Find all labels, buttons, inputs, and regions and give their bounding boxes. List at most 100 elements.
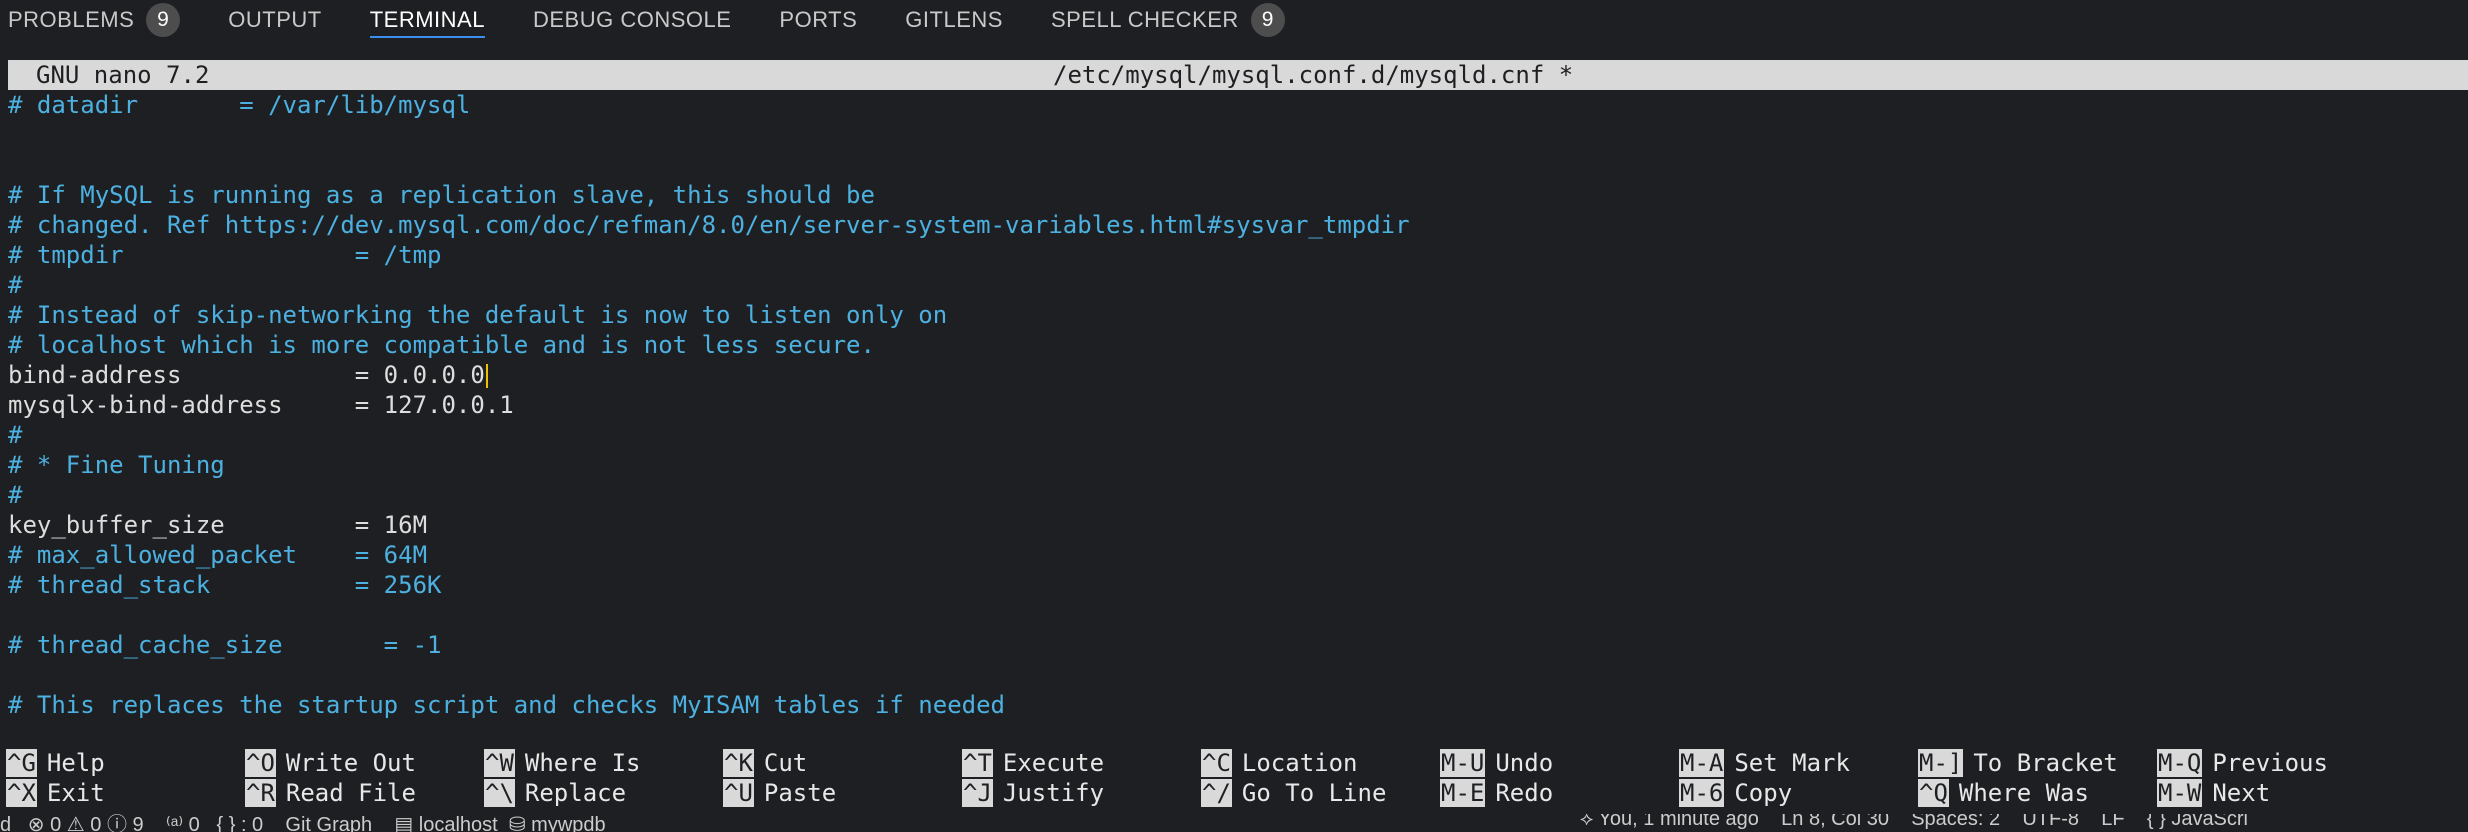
shortcut-label: Replace bbox=[524, 779, 627, 807]
line-text: key_buffer_size = 16M bbox=[8, 511, 428, 539]
count-badge: 9 bbox=[146, 3, 181, 37]
shortcut-key: ^U bbox=[723, 779, 754, 807]
shortcut-label: Redo bbox=[1495, 779, 1554, 807]
shortcut-label: Cut bbox=[763, 749, 808, 777]
shortcut-to-bracket[interactable]: M-] To Bracket bbox=[1918, 748, 2118, 778]
tab-terminal[interactable]: TERMINAL bbox=[362, 0, 486, 40]
editor-line[interactable]: # max_allowed_packet = 64M bbox=[8, 540, 2458, 570]
line-text: mysqlx-bind-address = 127.0.0.1 bbox=[8, 391, 514, 419]
shortcut-where-was[interactable]: ^Q Where Was bbox=[1918, 778, 2089, 808]
shortcut-key: ^W bbox=[484, 749, 515, 777]
shortcut-key: ^\ bbox=[484, 779, 515, 807]
shortcut-label: To Bracket bbox=[1973, 749, 2118, 777]
shortcut-label: Previous bbox=[2212, 749, 2328, 777]
editor-line[interactable]: # * Fine Tuning bbox=[8, 450, 2458, 480]
shortcut-key: M-6 bbox=[1679, 779, 1725, 807]
shortcut-key: M-Q bbox=[2157, 749, 2203, 777]
shortcut-key: ^G bbox=[6, 749, 37, 777]
line-text: # tmpdir = /tmp bbox=[8, 241, 442, 269]
line-text: # bbox=[8, 271, 23, 299]
shortcut-label: Paste bbox=[763, 779, 837, 807]
shortcut-label: Set Mark bbox=[1734, 749, 1850, 777]
shortcut-exit[interactable]: ^X Exit bbox=[6, 778, 105, 808]
shortcut-key: ^Q bbox=[1918, 779, 1949, 807]
shortcut-key: ^C bbox=[1201, 749, 1232, 777]
shortcut-key: M-W bbox=[2157, 779, 2203, 807]
editor-line[interactable]: # bbox=[8, 480, 2458, 510]
shortcut-key: ^J bbox=[962, 779, 993, 807]
shortcut-cut[interactable]: ^K Cut bbox=[723, 748, 807, 778]
line-text: # * Fine Tuning bbox=[8, 451, 225, 479]
status-bar: d ⊗ 0 ⚠ 0 ⓘ 9 ⁽ᵃ⁾ 0 { } : 0 Git Graph ▤ … bbox=[0, 814, 2468, 832]
shortcut-undo[interactable]: M-U Undo bbox=[1440, 748, 1553, 778]
line-text: # This replaces the startup script and c… bbox=[8, 691, 1005, 719]
editor-line[interactable]: # If MySQL is running as a replication s… bbox=[8, 180, 2458, 210]
shortcut-replace[interactable]: ^\ Replace bbox=[484, 778, 626, 808]
editor-line[interactable]: # bbox=[8, 420, 2458, 450]
shortcut-label: Execute bbox=[1002, 749, 1105, 777]
editor-line[interactable]: # thread_stack = 256K bbox=[8, 570, 2458, 600]
editor-line[interactable] bbox=[8, 600, 2458, 630]
shortcut-label: Next bbox=[2212, 779, 2271, 807]
shortcut-location[interactable]: ^C Location bbox=[1201, 748, 1358, 778]
editor-line[interactable]: key_buffer_size = 16M bbox=[8, 510, 2458, 540]
line-text: # Instead of skip-networking the default… bbox=[8, 301, 948, 329]
shortcut-key: ^R bbox=[245, 779, 276, 807]
editor-line[interactable]: # tmpdir = /tmp bbox=[8, 240, 2458, 270]
line-text: # If MySQL is running as a replication s… bbox=[8, 181, 875, 209]
tab-output[interactable]: OUTPUT bbox=[220, 0, 321, 40]
nano-version: GNU nano 7.2 bbox=[36, 61, 210, 89]
editor-line[interactable]: # localhost which is more compatible and… bbox=[8, 330, 2458, 360]
shortcut-go-to-line[interactable]: ^/ Go To Line bbox=[1201, 778, 1386, 808]
shortcut-write-out[interactable]: ^O Write Out bbox=[245, 748, 416, 778]
shortcut-label: Exit bbox=[46, 779, 105, 807]
shortcut-justify[interactable]: ^J Justify bbox=[962, 778, 1104, 808]
editor-line[interactable]: # thread_cache_size = -1 bbox=[8, 630, 2458, 660]
shortcut-label: Justify bbox=[1002, 779, 1105, 807]
editor-line[interactable]: bind-address = 0.0.0.0 bbox=[8, 360, 2458, 390]
shortcut-label: Where Was bbox=[1958, 779, 2089, 807]
shortcut-key: ^/ bbox=[1201, 779, 1232, 807]
shortcut-execute[interactable]: ^T Execute bbox=[962, 748, 1104, 778]
tab-ports[interactable]: PORTS bbox=[771, 0, 857, 40]
shortcut-label: Help bbox=[46, 749, 105, 777]
status-right[interactable]: ⟡ You, 1 minute ago Ln 8, Col 30 Spaces:… bbox=[1580, 814, 2248, 831]
editor-line[interactable]: # This replaces the startup script and c… bbox=[8, 690, 2458, 720]
shortcut-redo[interactable]: M-E Redo bbox=[1440, 778, 1553, 808]
tab-label: PROBLEMS bbox=[8, 7, 135, 32]
editor-line[interactable]: # changed. Ref https://dev.mysql.com/doc… bbox=[8, 210, 2458, 240]
nano-title-bar: GNU nano 7.2 /etc/mysql/mysql.conf.d/mys… bbox=[8, 60, 2468, 90]
editor-line[interactable] bbox=[8, 150, 2458, 180]
panel-tab-bar: PROBLEMS 9 OUTPUT TERMINAL DEBUG CONSOLE PORT… bbox=[0, 0, 2468, 40]
shortcut-copy[interactable]: M-6 Copy bbox=[1679, 778, 1792, 808]
editor-line[interactable] bbox=[8, 120, 2458, 150]
editor-line[interactable]: # Instead of skip-networking the default… bbox=[8, 300, 2458, 330]
shortcut-label: Read File bbox=[285, 779, 416, 807]
shortcut-read-file[interactable]: ^R Read File bbox=[245, 778, 416, 808]
line-text: # changed. Ref https://dev.mysql.com/doc… bbox=[8, 211, 1410, 239]
editor-line[interactable]: # datadir = /var/lib/mysql bbox=[8, 90, 2458, 120]
shortcut-where-is[interactable]: ^W Where Is bbox=[484, 748, 641, 778]
shortcut-next[interactable]: M-W Next bbox=[2157, 778, 2270, 808]
editor-line[interactable]: # bbox=[8, 270, 2458, 300]
shortcut-label: Location bbox=[1241, 749, 1358, 777]
shortcut-key: ^K bbox=[723, 749, 754, 777]
shortcut-paste[interactable]: ^U Paste bbox=[723, 778, 836, 808]
editor-line[interactable]: mysqlx-bind-address = 127.0.0.1 bbox=[8, 390, 2458, 420]
shortcut-set-mark[interactable]: M-A Set Mark bbox=[1679, 748, 1850, 778]
line-text: # max_allowed_packet = 64M bbox=[8, 541, 428, 569]
status-left[interactable]: d ⊗ 0 ⚠ 0 ⓘ 9 ⁽ᵃ⁾ 0 { } : 0 Git Graph ▤ … bbox=[0, 814, 606, 832]
tab-label: SPELL CHECKER bbox=[1050, 7, 1239, 32]
tab-debug-console[interactable]: DEBUG CONSOLE bbox=[525, 0, 731, 40]
editor-buffer[interactable]: # datadir = /var/lib/mysql # If MySQL is … bbox=[8, 90, 2458, 730]
tab-spell-checker[interactable]: SPELL CHECKER 9 bbox=[1043, 0, 1285, 40]
line-text: bind-address = 0.0.0.0 bbox=[8, 361, 485, 389]
tab-problems[interactable]: PROBLEMS 9 bbox=[0, 0, 181, 40]
tab-gitlens[interactable]: GITLENS bbox=[897, 0, 1003, 40]
shortcut-key: M-] bbox=[1918, 749, 1964, 777]
line-text: # thread_cache_size = -1 bbox=[8, 631, 442, 659]
shortcut-help[interactable]: ^G Help bbox=[6, 748, 105, 778]
editor-line[interactable] bbox=[8, 660, 2458, 690]
line-text: # datadir = /var/lib/mysql bbox=[8, 91, 471, 119]
shortcut-previous[interactable]: M-Q Previous bbox=[2157, 748, 2328, 778]
